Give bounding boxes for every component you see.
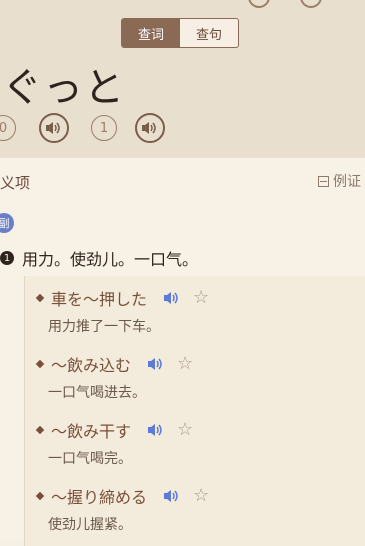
example-item: ～飲み干す ☆ 一口气喝完。 bbox=[35, 418, 193, 468]
example-item: ～握り締める ☆ 使劲儿握紧。 bbox=[35, 484, 209, 534]
pitch-accent-number: 1 bbox=[91, 115, 117, 141]
example-japanese: 車を～押した bbox=[51, 290, 148, 309]
example-translation: 一口气喝进去。 bbox=[48, 385, 146, 401]
speaker-icon[interactable] bbox=[163, 489, 183, 503]
bullet-diamond-icon bbox=[35, 425, 45, 435]
tab-lookup-word[interactable]: 查词 bbox=[122, 19, 180, 47]
speaker-icon bbox=[142, 122, 156, 134]
pronunciation-row: 0 1 bbox=[0, 112, 365, 144]
definition-line: 1 用力。使劲儿。一口气。 bbox=[0, 246, 198, 270]
bullet-diamond-icon bbox=[35, 491, 45, 501]
top-clipped-icon[interactable] bbox=[248, 0, 270, 8]
bullet-diamond-icon bbox=[35, 359, 45, 369]
example-translation: 一口气喝完。 bbox=[48, 451, 132, 467]
example-toggle-label: 例证 bbox=[333, 174, 361, 190]
speaker-icon[interactable] bbox=[147, 423, 167, 437]
example-item: ～飲み込む ☆ 一口气喝进去。 bbox=[35, 352, 193, 402]
speaker-icon[interactable] bbox=[147, 357, 167, 371]
example-translation: 用力推了一下车。 bbox=[48, 319, 160, 335]
search-mode-switch: 查词 查句 bbox=[121, 18, 239, 48]
headword: ぐっと bbox=[2, 65, 125, 111]
part-of-speech-badge: 副 bbox=[0, 213, 14, 233]
example-toggle[interactable]: 例证 bbox=[318, 171, 361, 191]
definition-content: 义项 例证 副 1 用力。使劲儿。一口气。 車を～押した ☆ 用力推了一下车。 … bbox=[0, 158, 365, 546]
example-japanese: ～握り締める bbox=[51, 488, 148, 507]
speaker-icon[interactable] bbox=[39, 113, 69, 143]
top-clipped-icon[interactable] bbox=[300, 0, 322, 8]
pitch-accent-number: 0 bbox=[0, 115, 16, 141]
star-outline-icon[interactable]: ☆ bbox=[177, 421, 193, 439]
examples-panel: 車を～押した ☆ 用力推了一下车。 ～飲み込む ☆ 一口气喝进去。 ～飲み干す … bbox=[24, 276, 365, 546]
bullet-diamond-icon bbox=[35, 293, 45, 303]
definition-text: 用力。使劲儿。一口气。 bbox=[22, 250, 199, 269]
example-japanese: ～飲み込む bbox=[51, 356, 132, 375]
entry-header: 查词 查句 ぐっと 0 1 bbox=[0, 0, 365, 158]
square-minus-icon bbox=[318, 175, 329, 187]
tab-lookup-sentence[interactable]: 查句 bbox=[180, 19, 238, 47]
star-outline-icon[interactable]: ☆ bbox=[177, 355, 193, 373]
speaker-icon bbox=[46, 122, 60, 134]
example-japanese: ～飲み干す bbox=[51, 422, 132, 441]
star-outline-icon[interactable]: ☆ bbox=[193, 289, 209, 307]
speaker-icon[interactable] bbox=[135, 113, 165, 143]
example-translation: 使劲儿握紧。 bbox=[48, 517, 132, 533]
example-item: 車を～押した ☆ 用力推了一下车。 bbox=[35, 286, 209, 336]
section-title: 义项 bbox=[0, 174, 31, 192]
definition-number: 1 bbox=[0, 251, 14, 265]
speaker-icon[interactable] bbox=[163, 291, 183, 305]
star-outline-icon[interactable]: ☆ bbox=[193, 487, 209, 505]
